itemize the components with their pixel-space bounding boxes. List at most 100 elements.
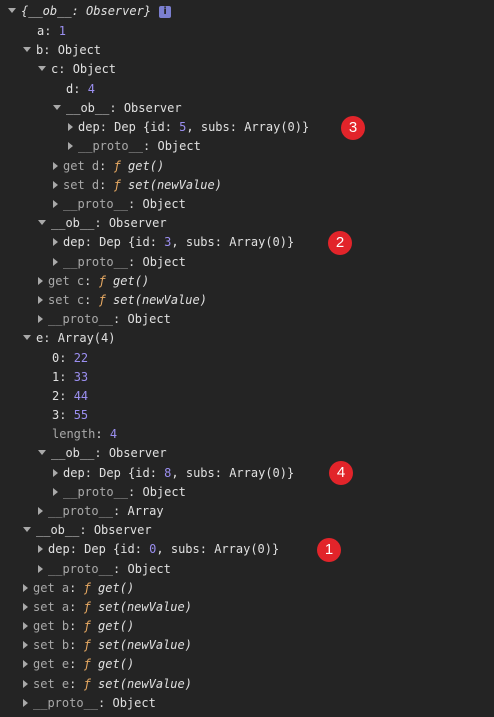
collapse-arrow-icon[interactable] <box>23 640 28 649</box>
expand-arrow-icon[interactable] <box>38 66 46 71</box>
value-text: Object <box>112 696 156 710</box>
property-row-e[interactable]: e: Array(4) <box>23 329 115 348</box>
collapse-arrow-icon[interactable] <box>23 659 28 668</box>
value-text: Dep {id: <box>99 235 165 249</box>
setter-row-e[interactable]: set e: ƒ set(newValue) <box>23 675 192 694</box>
function-text: ƒ <box>98 274 106 288</box>
getter-row-e[interactable]: get e: ƒ get() <box>23 655 134 674</box>
key-label: set a <box>33 600 70 614</box>
key-label: get a <box>33 581 70 595</box>
collapse-arrow-icon[interactable] <box>38 276 43 285</box>
getter-row-a[interactable]: get a: ƒ get() <box>23 579 134 598</box>
key-label: __ob__ <box>66 101 110 115</box>
property-row-proto-array[interactable]: __proto__: Array <box>38 502 164 521</box>
property-row-dep-8[interactable]: dep: Dep {id: 8, subs: Array(0)} <box>53 464 294 483</box>
collapse-arrow-icon[interactable] <box>38 506 43 515</box>
array-length: length: 4 <box>52 427 118 441</box>
property-row-proto[interactable]: __proto__: Object <box>53 253 186 272</box>
setter-row-b[interactable]: set b: ƒ set(newValue) <box>23 636 192 655</box>
key-label: e <box>36 331 44 345</box>
collapse-arrow-icon[interactable] <box>53 199 58 208</box>
value-text: Object <box>72 62 117 76</box>
property-row-proto[interactable]: __proto__: Object <box>38 310 171 329</box>
collapse-arrow-icon[interactable] <box>53 468 58 477</box>
value-number: 4 <box>87 82 95 96</box>
property-row-proto[interactable]: __proto__: Object <box>68 137 201 156</box>
collapse-arrow-icon[interactable] <box>53 161 58 170</box>
function-text: get() <box>113 274 150 288</box>
value-text: Array <box>127 504 164 518</box>
property-row-ob-c[interactable]: __ob__: Observer <box>53 99 182 118</box>
collapse-arrow-icon[interactable] <box>68 141 73 150</box>
setter-row-d[interactable]: set d: ƒ set(newValue) <box>53 176 222 195</box>
function-text: set(newValue) <box>98 600 192 614</box>
collapse-arrow-icon[interactable] <box>53 237 58 246</box>
key-label: __ob__ <box>36 523 80 537</box>
value-text: Dep {id: <box>99 466 165 480</box>
key-label: 1 <box>52 370 60 384</box>
value-number: 44 <box>73 389 89 403</box>
setter-row-c[interactable]: set c: ƒ set(newValue) <box>38 291 207 310</box>
value-text: Object <box>57 43 102 57</box>
getter-row-c[interactable]: get c: ƒ get() <box>38 272 149 291</box>
value-text: Observer <box>108 446 167 460</box>
key-label: __proto__ <box>33 696 99 710</box>
key-label: 2 <box>52 389 60 403</box>
function-text: get() <box>98 657 135 671</box>
annotation-badge-3: 3 <box>341 116 365 140</box>
expand-arrow-icon[interactable] <box>53 105 61 110</box>
info-icon[interactable]: i <box>159 5 172 18</box>
function-text: set(newValue) <box>98 638 192 652</box>
collapse-arrow-icon[interactable] <box>38 544 43 553</box>
property-row-dep-3[interactable]: dep: Dep {id: 3, subs: Array(0)} <box>53 233 294 252</box>
key-label: dep <box>48 542 70 556</box>
collapse-arrow-icon[interactable] <box>38 564 43 573</box>
property-row-ob-e[interactable]: __ob__: Observer <box>38 444 167 463</box>
function-text: ƒ <box>83 638 91 652</box>
property-row-ob-root[interactable]: __ob__: Observer <box>23 521 152 540</box>
key-label: set d <box>63 178 100 192</box>
function-text: ƒ <box>113 159 121 173</box>
property-row-dep-0[interactable]: dep: Dep {id: 0, subs: Array(0)} <box>38 540 279 559</box>
value-text: Observer <box>123 101 182 115</box>
function-text: ƒ <box>98 293 106 307</box>
property-row-b[interactable]: b: Object <box>23 41 101 60</box>
collapse-arrow-icon[interactable] <box>23 621 28 630</box>
key-label: d <box>66 82 74 96</box>
function-text: set(newValue) <box>98 677 192 691</box>
property-row-proto[interactable]: __proto__: Object <box>38 560 171 579</box>
collapse-arrow-icon[interactable] <box>53 487 58 496</box>
property-row-proto[interactable]: __proto__: Object <box>53 483 186 502</box>
collapse-arrow-icon[interactable] <box>38 295 43 304</box>
getter-row-d[interactable]: get d: ƒ get() <box>53 157 164 176</box>
expand-arrow-icon[interactable] <box>23 335 31 340</box>
property-row-proto[interactable]: __proto__: Object <box>53 195 186 214</box>
expand-arrow-icon[interactable] <box>8 8 16 13</box>
collapse-arrow-icon[interactable] <box>38 314 43 323</box>
getter-row-b[interactable]: get b: ƒ get() <box>23 617 134 636</box>
key-label: __proto__ <box>63 485 129 499</box>
key-label: 3 <box>52 408 60 422</box>
property-row-ob-b[interactable]: __ob__: Observer <box>38 214 167 233</box>
function-text: ƒ <box>113 178 121 192</box>
collapse-arrow-icon[interactable] <box>53 257 58 266</box>
root-object-row[interactable]: {__ob__: Observer} i <box>8 2 172 21</box>
expand-arrow-icon[interactable] <box>38 450 46 455</box>
property-row-proto-root[interactable]: __proto__: Object <box>23 694 156 713</box>
property-row-a: a: 1 <box>37 24 66 38</box>
collapse-arrow-icon[interactable] <box>23 698 28 707</box>
collapse-arrow-icon[interactable] <box>23 583 28 592</box>
collapse-arrow-icon[interactable] <box>23 679 28 688</box>
property-row-dep-5[interactable]: dep: Dep {id: 5, subs: Array(0)} <box>68 118 309 137</box>
collapse-arrow-icon[interactable] <box>23 602 28 611</box>
annotation-badge-1: 1 <box>317 538 341 562</box>
function-text: ƒ <box>83 677 91 691</box>
setter-row-a[interactable]: set a: ƒ set(newValue) <box>23 598 192 617</box>
expand-arrow-icon[interactable] <box>38 220 46 225</box>
collapse-arrow-icon[interactable] <box>53 180 58 189</box>
collapse-arrow-icon[interactable] <box>68 122 73 131</box>
key-label: __proto__ <box>63 255 129 269</box>
expand-arrow-icon[interactable] <box>23 47 31 52</box>
property-row-c[interactable]: c: Object <box>38 60 116 79</box>
expand-arrow-icon[interactable] <box>23 527 31 532</box>
